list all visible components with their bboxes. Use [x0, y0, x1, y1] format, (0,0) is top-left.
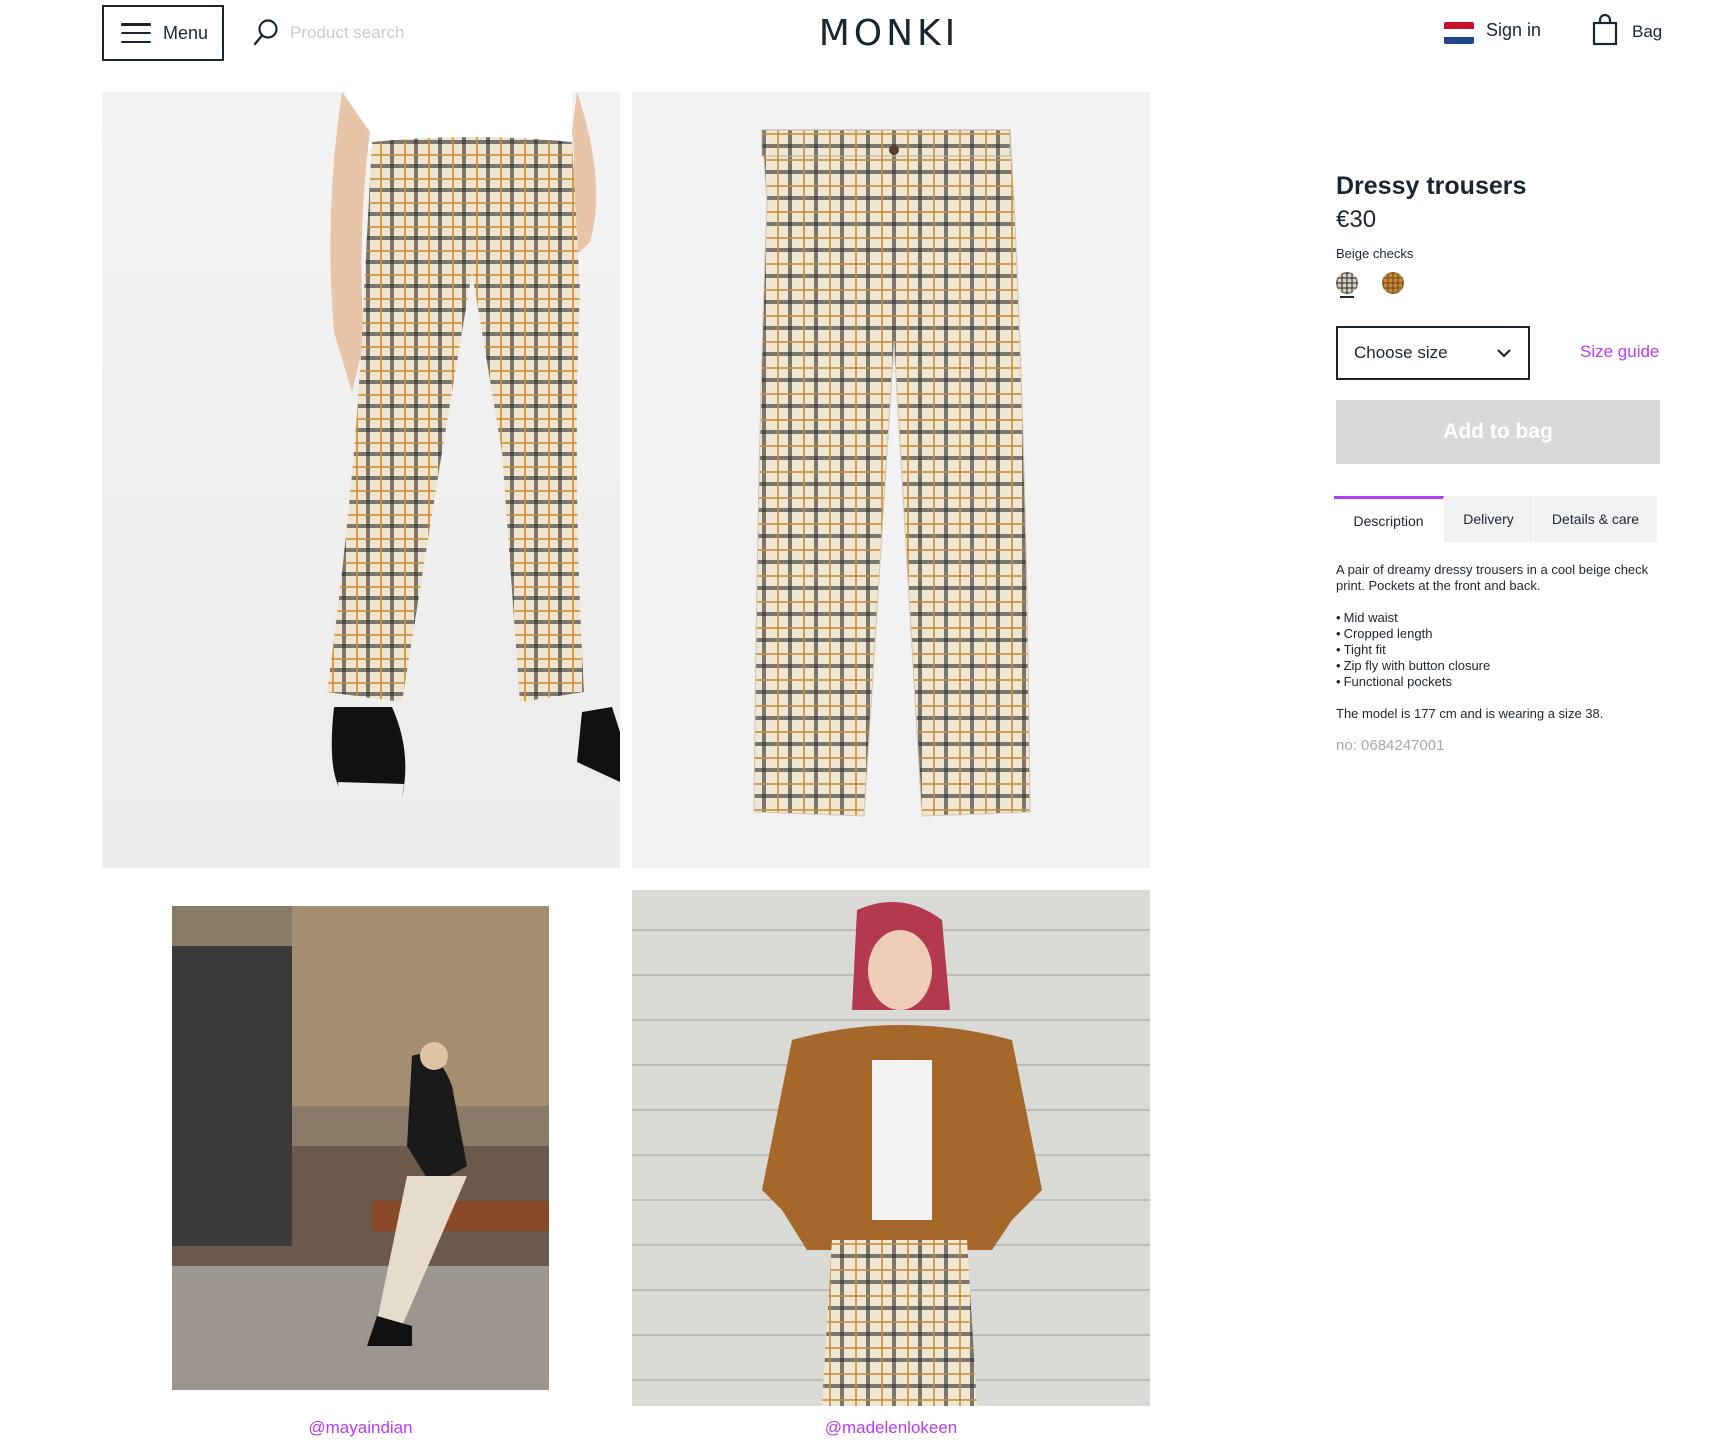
- feature-item: Cropped length: [1336, 626, 1658, 642]
- swatch-beige-checks[interactable]: [1336, 272, 1358, 294]
- model-illustration: [327, 92, 620, 797]
- size-select[interactable]: Choose size: [1336, 326, 1530, 380]
- product-info-tabs: Description Delivery Details & care: [1334, 496, 1660, 542]
- model-info: The model is 177 cm and is wearing a siz…: [1336, 706, 1604, 721]
- size-guide-link[interactable]: Size guide: [1580, 342, 1659, 362]
- size-select-label: Choose size: [1354, 343, 1448, 362]
- site-header: Menu MONKI Sign in Bag: [0, 0, 1712, 66]
- ugc-handle-1[interactable]: @mayaindian: [172, 1418, 549, 1438]
- feature-item: Functional pockets: [1336, 674, 1658, 690]
- menu-label: Menu: [163, 22, 209, 43]
- add-to-bag-button[interactable]: Add to bag: [1336, 400, 1660, 464]
- netherlands-flag-icon[interactable]: [1444, 22, 1474, 44]
- hamburger-icon: [121, 23, 151, 43]
- feature-item: Zip fly with button closure: [1336, 658, 1658, 674]
- selected-swatch-indicator: [1340, 296, 1354, 298]
- feature-item: Mid waist: [1336, 610, 1658, 626]
- swatch-brown-checks[interactable]: [1382, 272, 1404, 294]
- tab-description[interactable]: Description: [1334, 496, 1444, 542]
- feature-list: Mid waist Cropped length Tight fit Zip f…: [1336, 610, 1658, 690]
- brand-logo[interactable]: MONKI: [814, 10, 964, 56]
- chevron-down-icon: [1497, 349, 1511, 358]
- product-image-model[interactable]: [102, 92, 620, 868]
- ugc-handle-2[interactable]: @madelenlokeen: [632, 1418, 1150, 1438]
- menu-button[interactable]: Menu: [102, 5, 224, 61]
- customer-photo-1[interactable]: [172, 906, 549, 1390]
- search-input[interactable]: [290, 23, 530, 43]
- color-name: Beige checks: [1336, 246, 1414, 261]
- flat-lay-illustration: [753, 129, 1031, 817]
- product-image-flat[interactable]: [632, 92, 1150, 868]
- search-bar[interactable]: [252, 16, 552, 50]
- sign-in-link[interactable]: Sign in: [1486, 20, 1541, 41]
- wall-photo-illustration: [632, 890, 1150, 1406]
- search-icon: [253, 19, 278, 46]
- street-photo-illustration: [172, 906, 549, 1390]
- product-title: Dressy trousers: [1336, 172, 1527, 200]
- product-price: €30: [1336, 206, 1377, 233]
- tab-details-care[interactable]: Details & care: [1534, 496, 1658, 542]
- product-description: A pair of dreamy dressy trousers in a co…: [1336, 562, 1658, 754]
- customer-photo-2[interactable]: [632, 890, 1150, 1406]
- feature-item: Tight fit: [1336, 642, 1658, 658]
- description-intro: A pair of dreamy dressy trousers in a co…: [1336, 562, 1649, 593]
- bag-link[interactable]: Bag: [1632, 22, 1662, 42]
- product-number: no: 0684247001: [1336, 737, 1445, 754]
- tab-delivery[interactable]: Delivery: [1444, 496, 1534, 542]
- shopping-bag-icon[interactable]: [1592, 14, 1618, 46]
